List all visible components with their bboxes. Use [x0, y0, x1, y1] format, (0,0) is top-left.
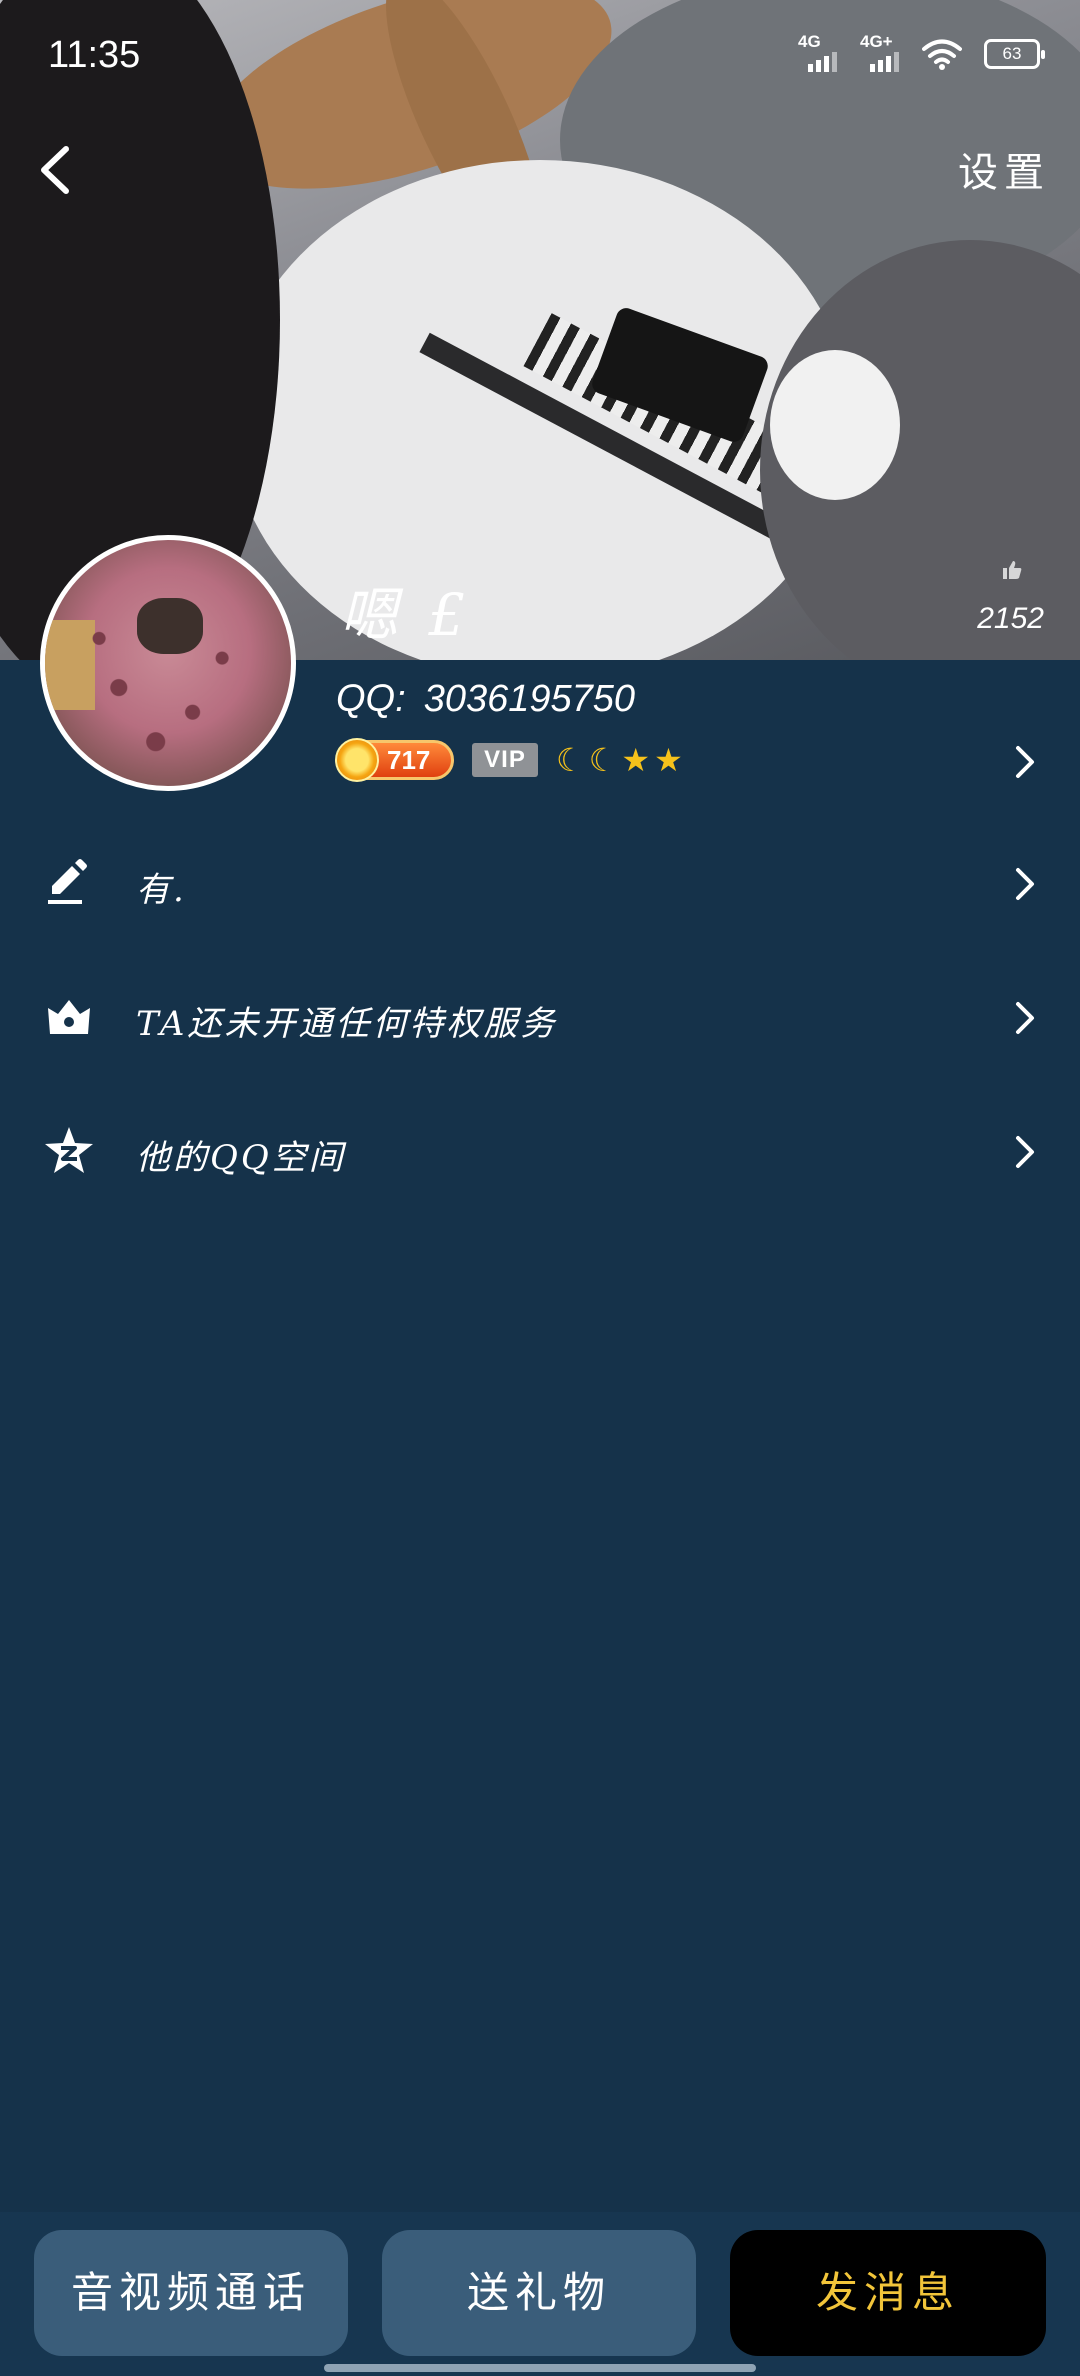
cellular-signal-icon: 4G — [798, 32, 838, 72]
network-type-label: 4G+ — [860, 32, 893, 51]
send-message-button[interactable]: 发消息 — [730, 2230, 1046, 2356]
network-type-label: 4G — [798, 32, 821, 51]
send-gift-button[interactable]: 送礼物 — [382, 2230, 696, 2356]
edit-icon — [48, 859, 87, 904]
chevron-right-icon[interactable] — [1010, 742, 1040, 782]
signature-text: 有. — [136, 870, 187, 910]
nickname: 嗯 £ — [340, 581, 472, 649]
privilege-row[interactable]: TA还未开通任何特权服务 — [0, 960, 1080, 1080]
badge-row[interactable]: 717 VIP ☾ ☾ ★ ★ — [335, 738, 683, 782]
qzone-star-icon — [45, 1127, 93, 1173]
status-time: 11:35 — [48, 34, 141, 76]
back-button[interactable] — [22, 135, 92, 205]
qq-label: QQ: — [336, 678, 406, 720]
battery-icon: 63 — [984, 39, 1045, 69]
qzone-row[interactable]: 他的QQ空间 — [0, 1094, 1080, 1214]
chevron-right-icon — [1016, 868, 1034, 900]
moon-icon: ☾ — [588, 741, 618, 779]
chevron-right-icon — [1016, 1136, 1034, 1168]
video-call-button[interactable]: 音视频通话 — [34, 2230, 348, 2356]
status-icons: 4G 4G+ 63 — [798, 32, 1045, 72]
wifi-icon — [922, 39, 962, 70]
privilege-text: TA还未开通任何特权服务 — [136, 1004, 558, 1044]
star-icon: ★ — [654, 741, 683, 779]
level-icons: ☾ ☾ ★ ★ — [556, 740, 683, 780]
settings-button[interactable]: 设置 — [958, 140, 1050, 198]
qq-number-line: QQ: 3036195750 — [336, 678, 653, 721]
coin-icon — [335, 738, 379, 782]
moon-icon: ☾ — [556, 741, 585, 779]
qzone-text: 他的QQ空间 — [136, 1138, 346, 1178]
qq-level-badge[interactable]: 717 — [335, 738, 454, 782]
crown-icon — [48, 1000, 90, 1034]
star-icon: ★ — [621, 741, 651, 779]
like-icon[interactable] — [1000, 558, 1024, 582]
signature-row[interactable]: 有. — [0, 826, 1080, 946]
cover-photo-detail — [770, 350, 900, 500]
bottom-action-bar: 音视频通话 送礼物 发消息 — [0, 2212, 1080, 2376]
avatar[interactable] — [40, 535, 296, 791]
like-count[interactable]: 2152 — [977, 602, 1044, 636]
cellular-signal-icon: 4G+ — [860, 32, 900, 72]
home-indicator[interactable] — [324, 2364, 756, 2372]
status-bar: 11:35 4G 4G+ 63 — [0, 0, 1080, 110]
qq-number: 3036195750 — [423, 678, 636, 720]
vip-badge[interactable]: VIP — [472, 743, 538, 777]
chevron-right-icon — [1016, 1002, 1034, 1034]
level-value: 717 — [387, 745, 431, 775]
